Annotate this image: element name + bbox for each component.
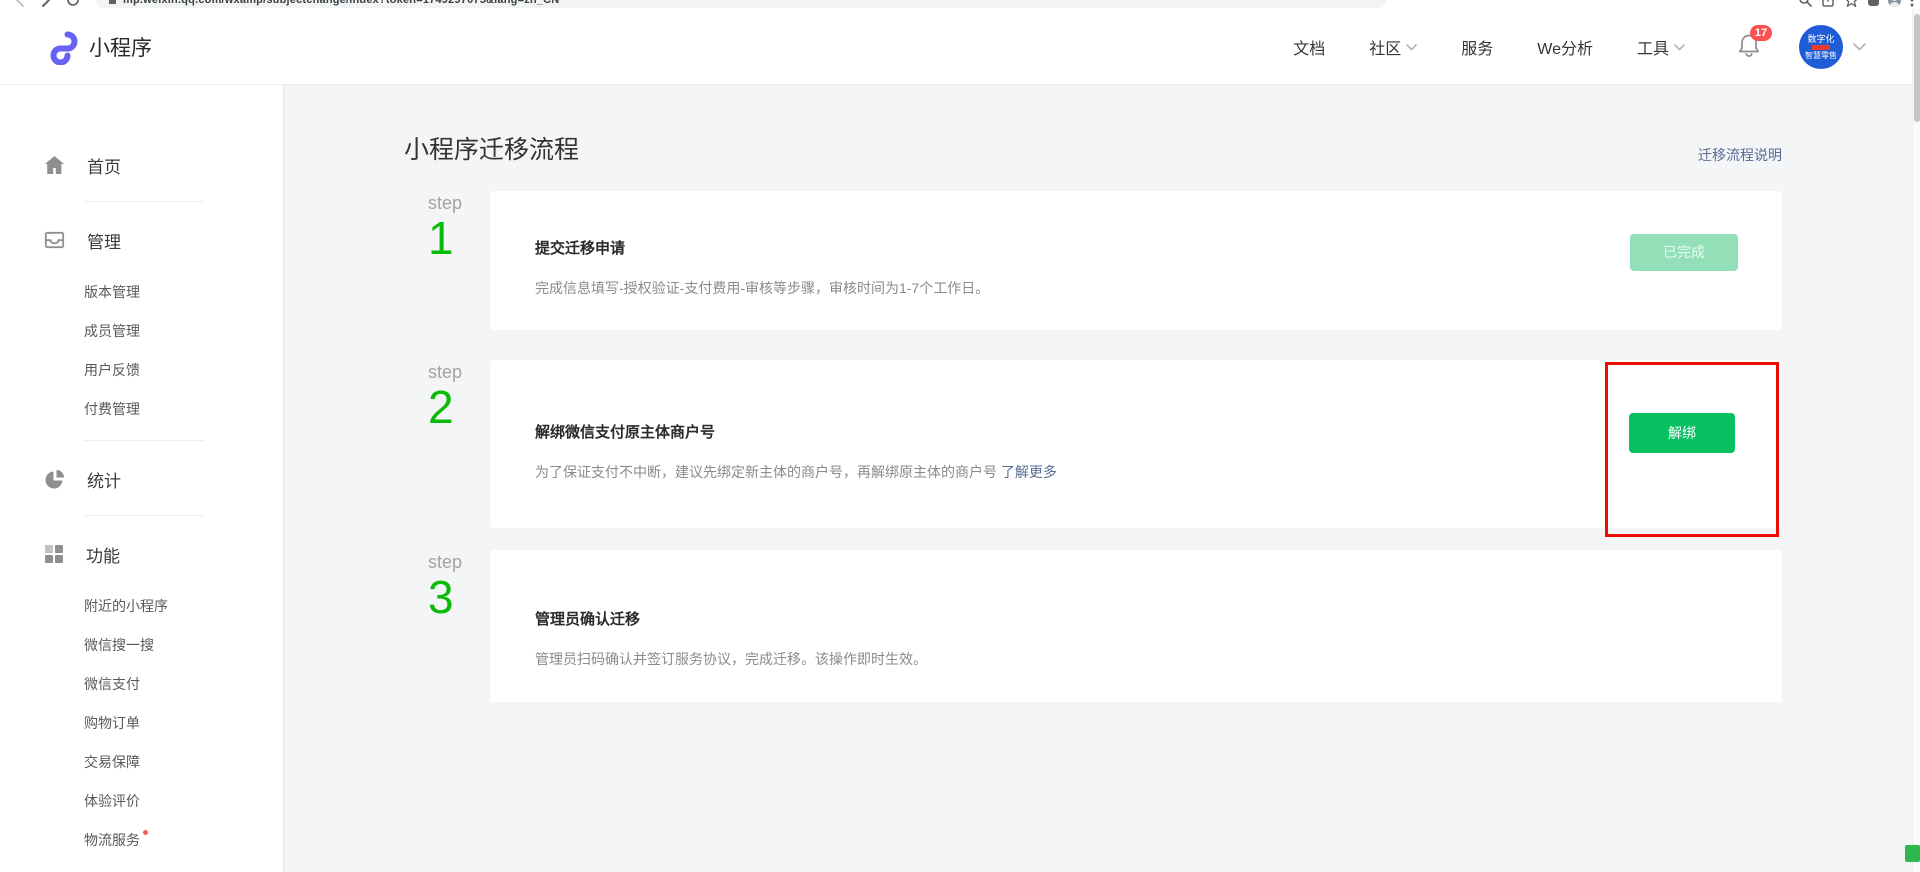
page-scrollbar[interactable] [1912,9,1920,872]
share-icon[interactable] [1821,0,1835,7]
step-number: 2 [428,383,490,431]
account-chevron-down-icon[interactable] [1853,43,1866,51]
learn-more-link[interactable]: 了解更多 [1001,464,1057,480]
account-avatar[interactable]: 数字化 智慧零售 [1799,25,1843,69]
step-number: 1 [428,214,490,262]
notifications-bell[interactable]: 17 [1737,32,1761,63]
sidebar-item-label: 功能 [86,542,120,567]
nav-community[interactable]: 社区 [1369,35,1417,59]
step-indicator-2: step 2 [404,360,490,528]
browser-reload-icon[interactable] [66,0,80,7]
home-icon [44,155,65,175]
logo-text: 小程序 [89,32,152,62]
sidebar-item-experience-rating[interactable]: 体验评价 [0,782,283,821]
sidebar-item-statistics[interactable]: 统计 [0,462,283,496]
divider [84,201,204,202]
step-title: 提交迁移申请 [535,238,1782,259]
step-indicator-3: step 3 [404,550,490,702]
wechat-miniprogram-console: mp.weixin.qq.com/wxamp/subjectchange/ind… [0,0,1920,872]
scrollbar-thumb[interactable] [1914,14,1920,122]
step-card-3: 管理员确认迁移 管理员扫码确认并签订服务协议，完成迁移。该操作即时生效。 [490,550,1782,702]
step-title: 管理员确认迁移 [535,609,1782,630]
divider [84,440,204,441]
chevron-down-icon [1406,44,1417,51]
side-panel-icon[interactable] [1868,0,1879,6]
sidebar-item-nearby-miniprograms[interactable]: 附近的小程序 [0,587,283,626]
notification-count-badge: 17 [1750,25,1772,41]
page-title-row: 小程序迁移流程 迁移流程说明 [404,85,1782,167]
step-row-1: step 1 提交迁移申请 完成信息填写-授权验证-支付费用-审核等步骤，审核时… [404,191,1782,330]
top-navigation: 文档 社区 服务 We分析 工具 17 数字化 智慧零售 [1249,9,1866,85]
step-description: 完成信息填写-授权验证-支付费用-审核等步骤，审核时间为1-7个工作日。 [535,278,1782,298]
grid-icon [44,544,64,564]
inbox-icon [44,230,65,250]
page-title: 小程序迁移流程 [404,133,579,167]
divider [84,515,204,516]
step-row-2: step 2 解绑微信支付原主体商户号 为了保证支付不中断，建议先绑定新主体的商… [404,360,1782,528]
step-number: 3 [428,573,490,621]
browser-chrome: mp.weixin.qq.com/wxamp/subjectchange/ind… [0,0,1920,9]
sidebar-item-manage[interactable]: 管理 [0,223,283,257]
sidebar-item-version-management[interactable]: 版本管理 [0,273,283,312]
pie-chart-icon [44,469,65,490]
nav-docs[interactable]: 文档 [1293,35,1325,59]
app-header: 小程序 文档 社区 服务 We分析 工具 17 数字化 智慧零售 [0,9,1920,85]
step-card-2: 解绑微信支付原主体商户号 为了保证支付不中断，建议先绑定新主体的商户号，再解绑原… [490,360,1782,528]
sidebar-item-payment-management[interactable]: 付费管理 [0,390,283,429]
sidebar-item-shopping-orders[interactable]: 购物订单 [0,704,283,743]
browser-profile-icon[interactable] [1888,0,1901,7]
sidebar-group-manage: 版本管理 成员管理 用户反馈 付费管理 [0,273,283,429]
url-text: mp.weixin.qq.com/wxamp/subjectchange/ind… [123,0,559,6]
nav-services[interactable]: 服务 [1461,35,1493,59]
main-content: 小程序迁移流程 迁移流程说明 step 1 提交迁移申请 完成信息填写-授权验证… [284,85,1920,872]
nav-tools[interactable]: 工具 [1637,35,1685,59]
corner-green-widget[interactable] [1905,845,1920,862]
step-row-3: step 3 管理员确认迁移 管理员扫码确认并签订服务协议，完成迁移。该操作即时… [404,550,1782,702]
miniprogram-logo-icon [42,29,78,65]
migration-steps: step 1 提交迁移申请 完成信息填写-授权验证-支付费用-审核等步骤，审核时… [404,191,1782,702]
step-description: 为了保证支付不中断，建议先绑定新主体的商户号，再解绑原主体的商户号 了解更多 [535,462,1782,482]
step-description: 管理员扫码确认并签订服务协议，完成迁移。该操作即时生效。 [535,649,1782,669]
sidebar-item-logistics-service[interactable]: 物流服务 [0,821,283,860]
nav-we-analysis[interactable]: We分析 [1537,35,1593,59]
address-bar[interactable]: mp.weixin.qq.com/wxamp/subjectchange/ind… [96,0,1386,8]
step-indicator-1: step 1 [404,191,490,330]
search-icon[interactable] [1798,0,1812,7]
step-title: 解绑微信支付原主体商户号 [535,422,1782,443]
browser-menu-dots-icon[interactable] [1910,0,1914,7]
sidebar-group-features: 附近的小程序 微信搜一搜 微信支付 购物订单 交易保障 体验评价 物流服务 [0,587,283,860]
sidebar-item-features[interactable]: 功能 [0,537,283,571]
sidebar-item-transaction-protection[interactable]: 交易保障 [0,743,283,782]
sidebar-item-home[interactable]: 首页 [0,148,283,182]
sidebar-item-label: 管理 [87,228,121,253]
sidebar-item-label: 首页 [87,153,121,178]
migration-help-link[interactable]: 迁移流程说明 [1698,143,1782,167]
sidebar-item-user-feedback[interactable]: 用户反馈 [0,351,283,390]
sidebar-item-wechat-pay[interactable]: 微信支付 [0,665,283,704]
sidebar-item-member-management[interactable]: 成员管理 [0,312,283,351]
completed-button[interactable]: 已完成 [1630,234,1738,271]
chevron-down-icon [1674,44,1685,51]
step-card-1: 提交迁移申请 完成信息填写-授权验证-支付费用-审核等步骤，审核时间为1-7个工… [490,191,1782,330]
unbind-button[interactable]: 解绑 [1629,413,1735,453]
sidebar: 首页 管理 版本管理 成员管理 用户反馈 付费管理 统计 功能 附近的小程序 微… [0,85,284,872]
sidebar-item-wechat-search[interactable]: 微信搜一搜 [0,626,283,665]
browser-forward-icon[interactable] [40,0,52,7]
browser-back-icon[interactable] [14,0,26,7]
new-badge-dot [143,830,148,835]
bookmark-star-icon[interactable] [1844,0,1859,8]
logo[interactable]: 小程序 [42,9,152,85]
avatar-tag [1812,45,1830,50]
site-info-icon[interactable] [109,0,116,4]
sidebar-item-label: 统计 [87,467,121,492]
